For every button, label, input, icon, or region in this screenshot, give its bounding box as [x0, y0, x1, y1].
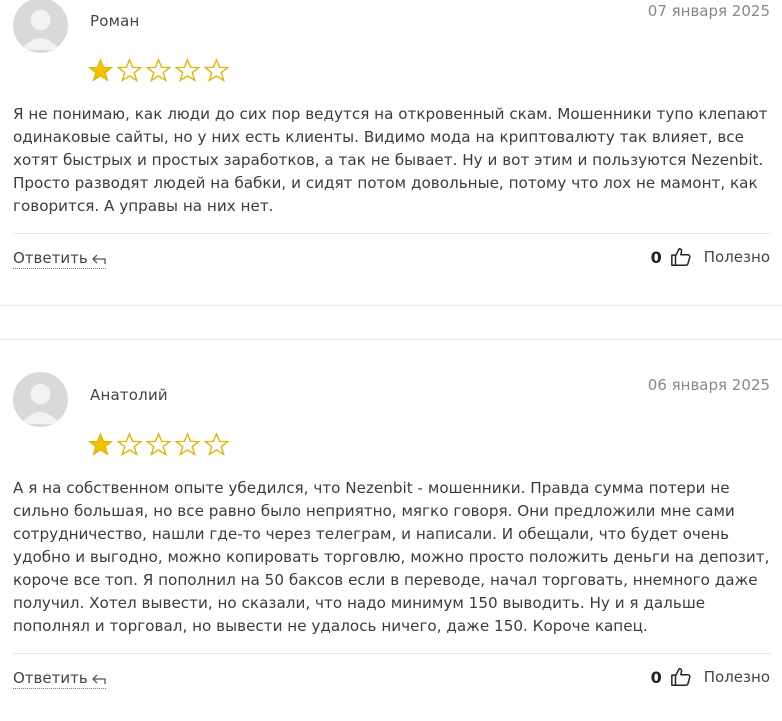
section-divider: [0, 339, 782, 340]
like-count: 0: [650, 247, 662, 267]
review-text-line: хотят быстрых и простых заработков, а та…: [13, 151, 764, 169]
review-text-line: сильно большая, но все равно было неприя…: [13, 502, 735, 520]
review-author: Анатолий: [90, 386, 168, 404]
star-rating: [88, 432, 229, 458]
divider: [13, 653, 771, 654]
review-text-line: говорится. А управы на них нет.: [13, 197, 274, 215]
review-text-line: короче все топ. Я пополнил на 50 баксов …: [13, 571, 758, 589]
review-text-line: Просто разводят людей на бабки, и сидят …: [13, 174, 758, 192]
review-text: Я не понимаю, как люди до сих пор ведутс…: [13, 103, 773, 218]
useful-button[interactable]: Полезно: [704, 668, 770, 686]
divider: [13, 233, 771, 234]
section-divider: [0, 305, 782, 306]
reply-label: Ответить: [13, 249, 88, 267]
avatar: [13, 0, 68, 53]
review-text-line: А я на собственном опыте убедился, что N…: [13, 479, 730, 497]
star-empty-icon: [204, 432, 229, 457]
review-text: А я на собственном опыте убедился, что N…: [13, 477, 773, 638]
useful-button[interactable]: Полезно: [704, 248, 770, 266]
vote-bar: 0 Полезно: [651, 246, 770, 268]
review-text-line: удобно и выгодно, можно копировать торго…: [13, 548, 770, 566]
thumbs-up-icon[interactable]: [670, 246, 692, 268]
thumbs-up-icon[interactable]: [670, 666, 692, 688]
reply-arrow-icon: [91, 674, 106, 684]
star-rating: [88, 58, 229, 84]
star-filled-icon: [88, 58, 113, 82]
review-text-line: сотрудничество, нашли где-то через телег…: [13, 525, 730, 543]
review-text-line: Я не понимаю, как люди до сих пор ведутс…: [13, 105, 768, 123]
star-empty-icon: [146, 432, 171, 457]
star-empty-icon: [175, 58, 200, 83]
reply-label: Ответить: [13, 669, 88, 687]
avatar: [13, 372, 68, 427]
review-date: 06 января 2025: [647, 376, 770, 394]
star-empty-icon: [146, 58, 171, 83]
star-empty-icon: [204, 58, 229, 83]
star-empty-icon: [175, 432, 200, 457]
reply-button[interactable]: Ответить: [13, 669, 106, 689]
review-text-line: одинаковые сайты, но у них есть клиенты.…: [13, 128, 744, 146]
reply-button[interactable]: Ответить: [13, 249, 106, 269]
vote-bar: 0 Полезно: [651, 666, 770, 688]
review-author: Роман: [90, 12, 140, 30]
star-empty-icon: [117, 432, 142, 457]
star-filled-icon: [88, 432, 113, 456]
star-empty-icon: [117, 58, 142, 83]
review-text-line: пополнял и торговал, но вывести не удало…: [13, 617, 648, 635]
review-text-line: получил. Хотел вывести, но сказали, что …: [13, 594, 706, 612]
review-date: 07 января 2025: [647, 2, 770, 20]
reply-arrow-icon: [91, 254, 106, 264]
like-count: 0: [650, 667, 662, 687]
